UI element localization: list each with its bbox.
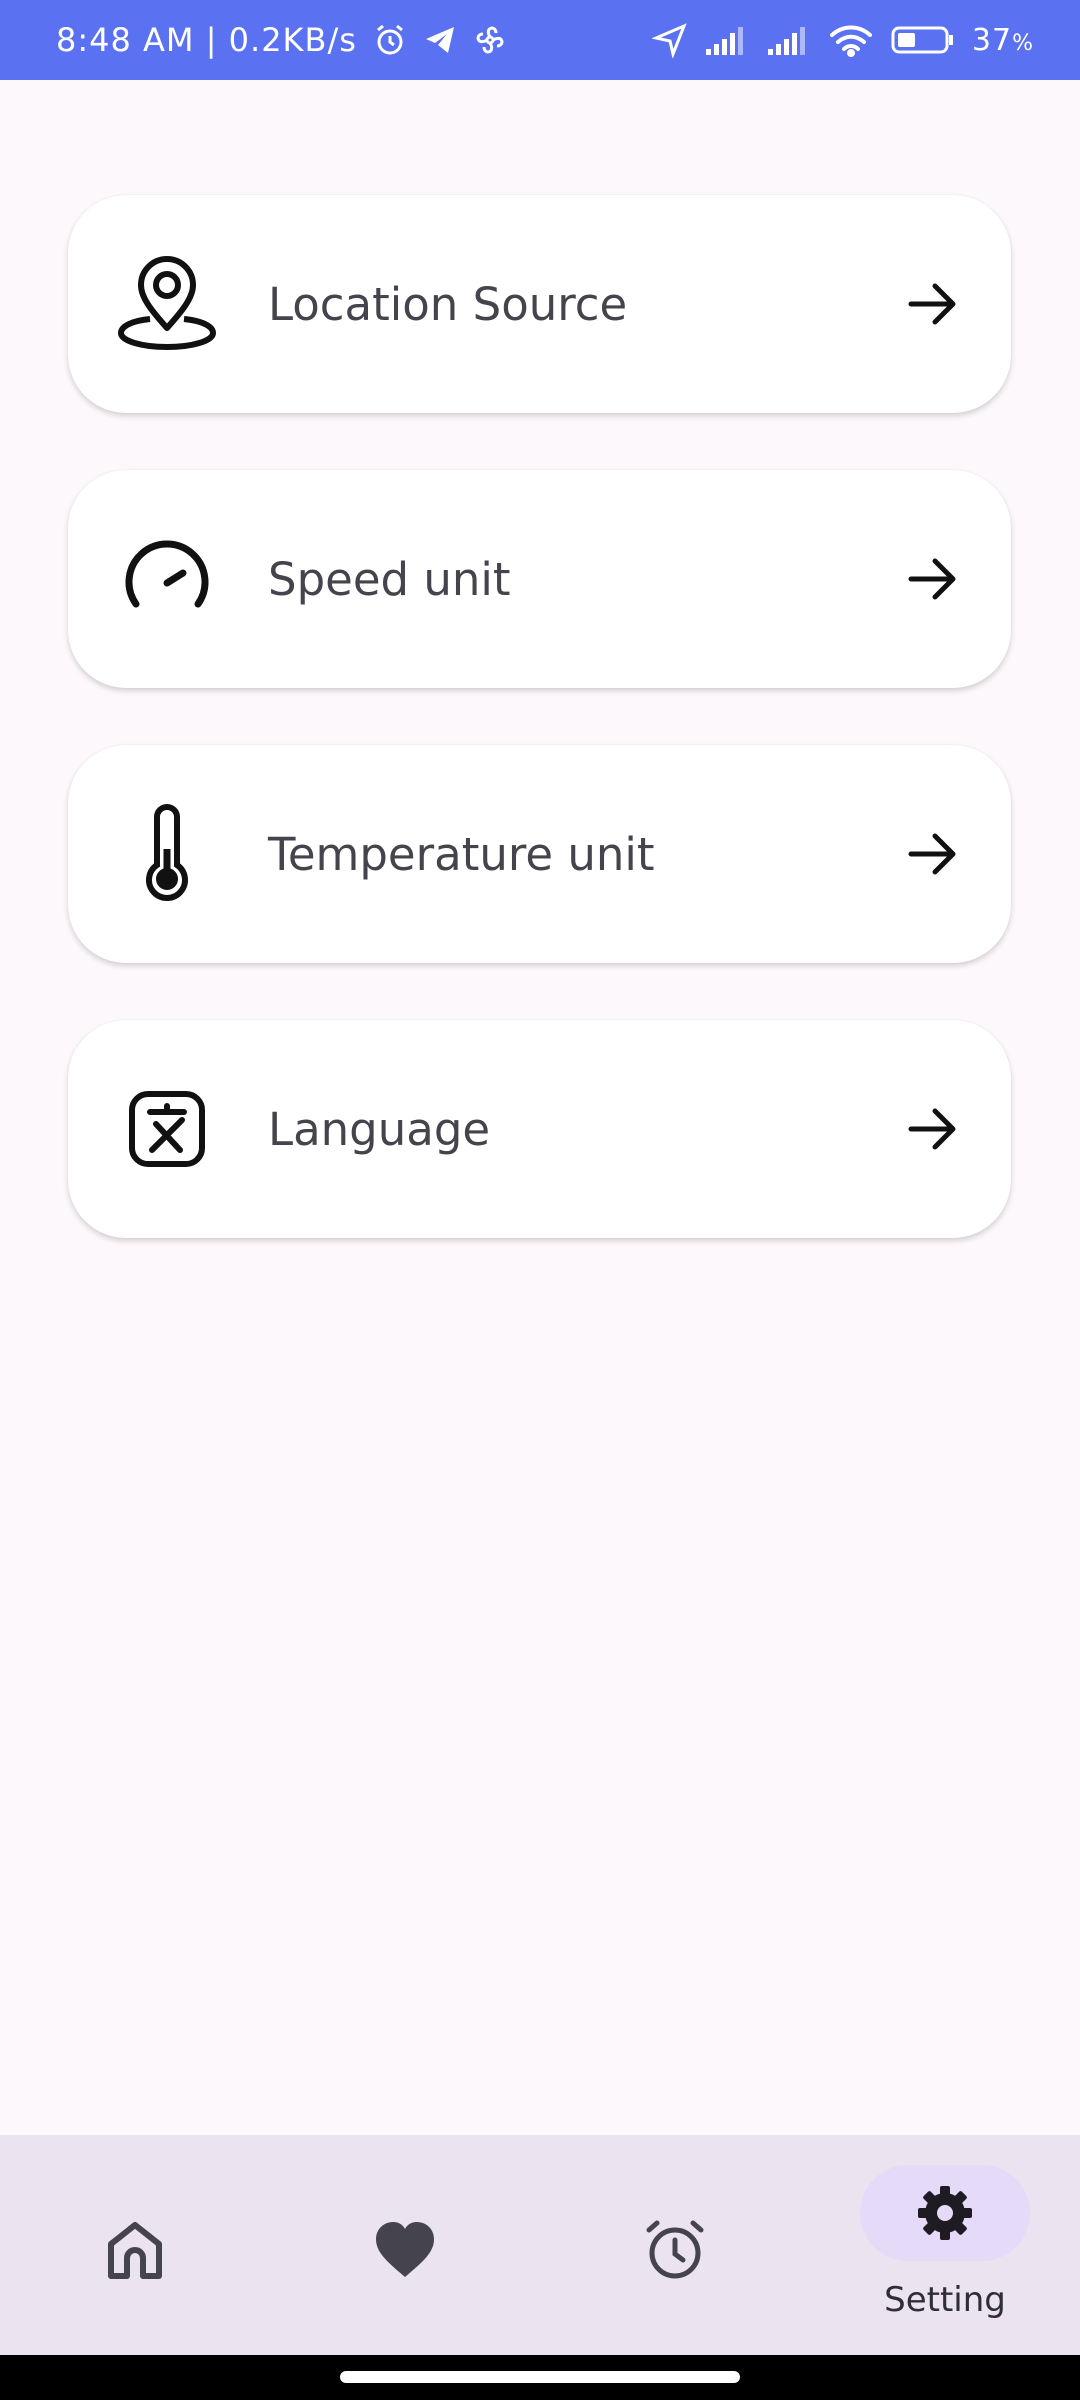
alarm-clock-icon	[640, 2215, 710, 2285]
signal-icon	[766, 23, 812, 57]
location-arrow-icon	[651, 22, 688, 58]
arrow-right-icon	[905, 1101, 961, 1157]
battery-unit: %	[1012, 30, 1034, 56]
speedometer-icon	[116, 528, 218, 630]
setting-language[interactable]: Language	[68, 1020, 1011, 1238]
nav-home[interactable]	[35, 2135, 235, 2355]
translate-icon	[116, 1078, 218, 1180]
nav-label-setting: Setting	[884, 2280, 1006, 2320]
setting-speed-unit[interactable]: Speed unit	[68, 470, 1011, 688]
battery-level: 37%	[971, 22, 1034, 58]
status-time: 8:48 AM | 0.2KB/s	[56, 21, 357, 59]
setting-temperature-unit[interactable]: Temperature unit	[68, 745, 1011, 963]
setting-label: Speed unit	[268, 552, 511, 606]
status-left: 8:48 AM | 0.2KB/s	[56, 21, 507, 59]
telegram-icon	[423, 23, 457, 57]
arrow-right-icon	[905, 551, 961, 607]
setting-location-source[interactable]: Location Source	[68, 195, 1011, 413]
bottom-navigation: Setting	[0, 2135, 1080, 2355]
pinwheel-icon	[473, 23, 507, 57]
arrow-right-icon	[905, 276, 961, 332]
home-icon	[100, 2215, 170, 2285]
home-indicator[interactable]	[340, 2371, 740, 2383]
signal-icon	[704, 23, 750, 57]
status-bar: 8:48 AM | 0.2KB/s 37%	[0, 0, 1080, 80]
arrow-right-icon	[905, 826, 961, 882]
setting-label: Temperature unit	[268, 827, 655, 881]
location-pin-icon	[116, 253, 218, 355]
battery-icon	[890, 23, 956, 57]
setting-label: Language	[268, 1102, 491, 1156]
wifi-icon	[828, 23, 874, 57]
gesture-bar	[0, 2355, 1080, 2400]
settings-screen: 8:48 AM | 0.2KB/s 37% Location Source Sp…	[0, 0, 1080, 2400]
nav-setting[interactable]: Setting	[845, 2135, 1045, 2355]
setting-label: Location Source	[268, 277, 628, 331]
alarm-icon	[373, 23, 407, 57]
nav-alarm[interactable]	[575, 2135, 775, 2355]
thermometer-icon	[116, 803, 218, 905]
gear-icon	[910, 2178, 980, 2248]
status-right: 37%	[651, 22, 1034, 58]
heart-icon	[370, 2215, 440, 2285]
nav-favorites[interactable]	[305, 2135, 505, 2355]
